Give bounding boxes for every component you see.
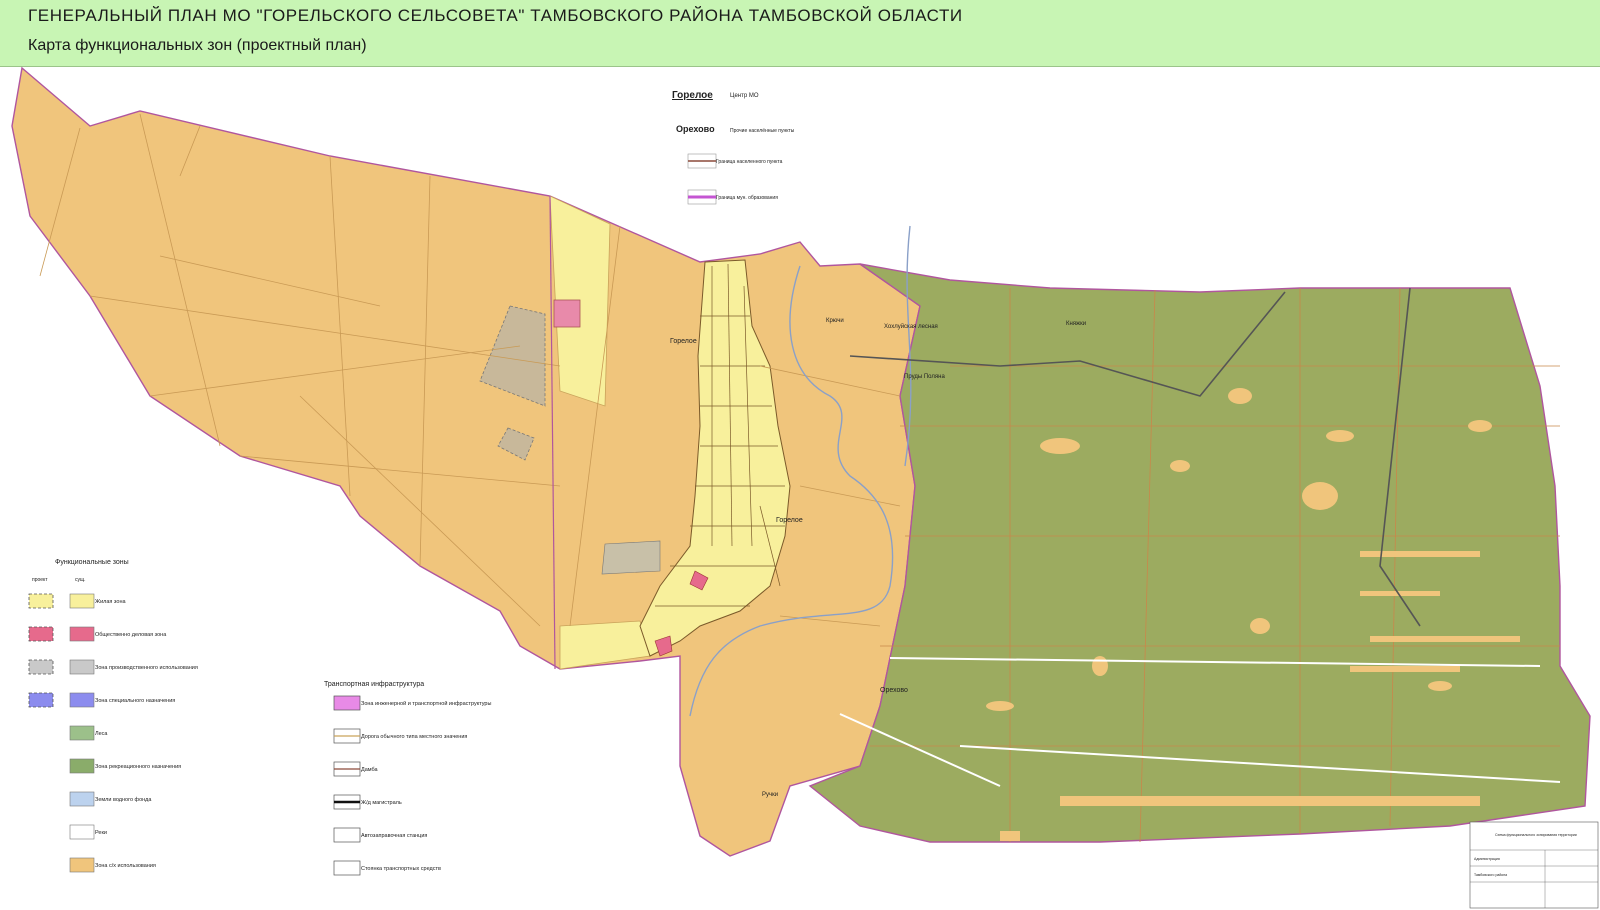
title-block-stamp: Схема функционального зонирования террит…	[1469, 821, 1599, 909]
stamp-header: Схема функционального зонирования террит…	[1495, 833, 1577, 837]
map-subtitle: Карта функциональных зон (проектный план…	[28, 37, 367, 54]
transport-label: Дамба	[361, 767, 379, 773]
zone-label: Зона производственного использования	[95, 665, 198, 671]
transport-swatch	[333, 827, 361, 843]
place-kriachi: Крючи	[826, 318, 844, 324]
legend-other-desc: Прочие населённые пункты	[730, 128, 795, 134]
map-canvas[interactable]: Горелое Горелое Крючи Хохлуйская лесная …	[0, 66, 1600, 910]
place-gorelye-north: Горелое	[670, 338, 697, 345]
place-orekhovo: Орехово	[880, 687, 908, 694]
place-knyazhki: Княжки	[1066, 321, 1086, 327]
zones-col-existing: сущ.	[75, 577, 86, 583]
zones-col-project: проект	[32, 577, 48, 583]
zone-label: Жилая зона	[95, 599, 126, 605]
zone-swatch-project	[28, 692, 54, 708]
industrial-zone-3[interactable]	[601, 540, 661, 575]
zone-label: Общественно деловая зона	[95, 632, 167, 638]
title-bar: ГЕНЕРАЛЬНЫЙ ПЛАН МО "ГОРЕЛЬСКОГО СЕЛЬСОВ…	[0, 0, 1600, 67]
zone-label: Земли водного фонда	[95, 797, 152, 803]
zone-swatch-existing	[69, 692, 95, 708]
transport-swatch	[333, 860, 361, 876]
zone-swatch-existing	[69, 593, 95, 609]
zones-legend-title: Функциональные зоны	[55, 559, 129, 566]
zone-label: Зона специального назначения	[95, 698, 175, 704]
legend-settlement-border: Граница населенного пункта	[716, 159, 783, 165]
zone-swatch-existing	[69, 824, 95, 840]
legend-center-desc: Центр МО	[730, 93, 759, 99]
stamp-row2: Тамбовского района	[1474, 873, 1507, 877]
place-ruchki: Ручки	[762, 792, 778, 798]
transport-label: Зона инженерной и транспортной инфрастру…	[361, 700, 491, 707]
transport-label: Автозаправочная станция	[361, 833, 427, 839]
place-gorelye-south: Горелое	[776, 517, 803, 524]
zone-swatch-existing	[69, 791, 95, 807]
zone-swatch-existing	[69, 857, 95, 873]
transport-label: Ж/д магистраль	[361, 800, 402, 806]
transport-label: Дорога обычного типа местного значения	[361, 734, 467, 740]
zone-swatch-project	[28, 593, 54, 609]
legend-center-name: Горелое	[672, 90, 713, 101]
transport-label: Стоянка транспортных средств	[361, 866, 441, 872]
zone-swatch-existing	[69, 626, 95, 642]
zone-label: Зона с/х использования	[95, 863, 156, 869]
zone-label: Зона рекреационного назначения	[95, 764, 181, 770]
top-legend: Горелое Центр МО Орехово Прочие населённ…	[660, 78, 810, 223]
transport-legend: Транспортная инфраструктура Зона инженер…	[322, 674, 522, 906]
zone-swatch-existing	[69, 659, 95, 675]
zone-swatch-project	[28, 659, 54, 675]
zone-label: Леса	[95, 731, 108, 737]
transport-legend-title: Транспортная инфраструктура	[324, 681, 424, 688]
zone-label: Реки	[95, 830, 107, 836]
transport-swatch	[333, 695, 361, 711]
public-zone-patch[interactable]	[553, 299, 581, 328]
place-khokhluvka: Хохлуйская лесная	[884, 323, 938, 330]
place-prudki: Пруды Поляна	[904, 374, 945, 380]
zone-swatch-existing	[69, 758, 95, 774]
legend-other-name: Орехово	[676, 124, 715, 134]
legend-municipal-border: Граница мун. образования	[716, 195, 778, 201]
zones-legend: Функциональные зоны проект сущ. Жилая зо…	[22, 544, 270, 894]
stamp-row1: Администрация	[1474, 857, 1500, 861]
map-title: ГЕНЕРАЛЬНЫЙ ПЛАН МО "ГОРЕЛЬСКОГО СЕЛЬСОВ…	[28, 6, 963, 25]
zone-swatch-project	[28, 626, 54, 642]
zone-swatch-existing	[69, 725, 95, 741]
